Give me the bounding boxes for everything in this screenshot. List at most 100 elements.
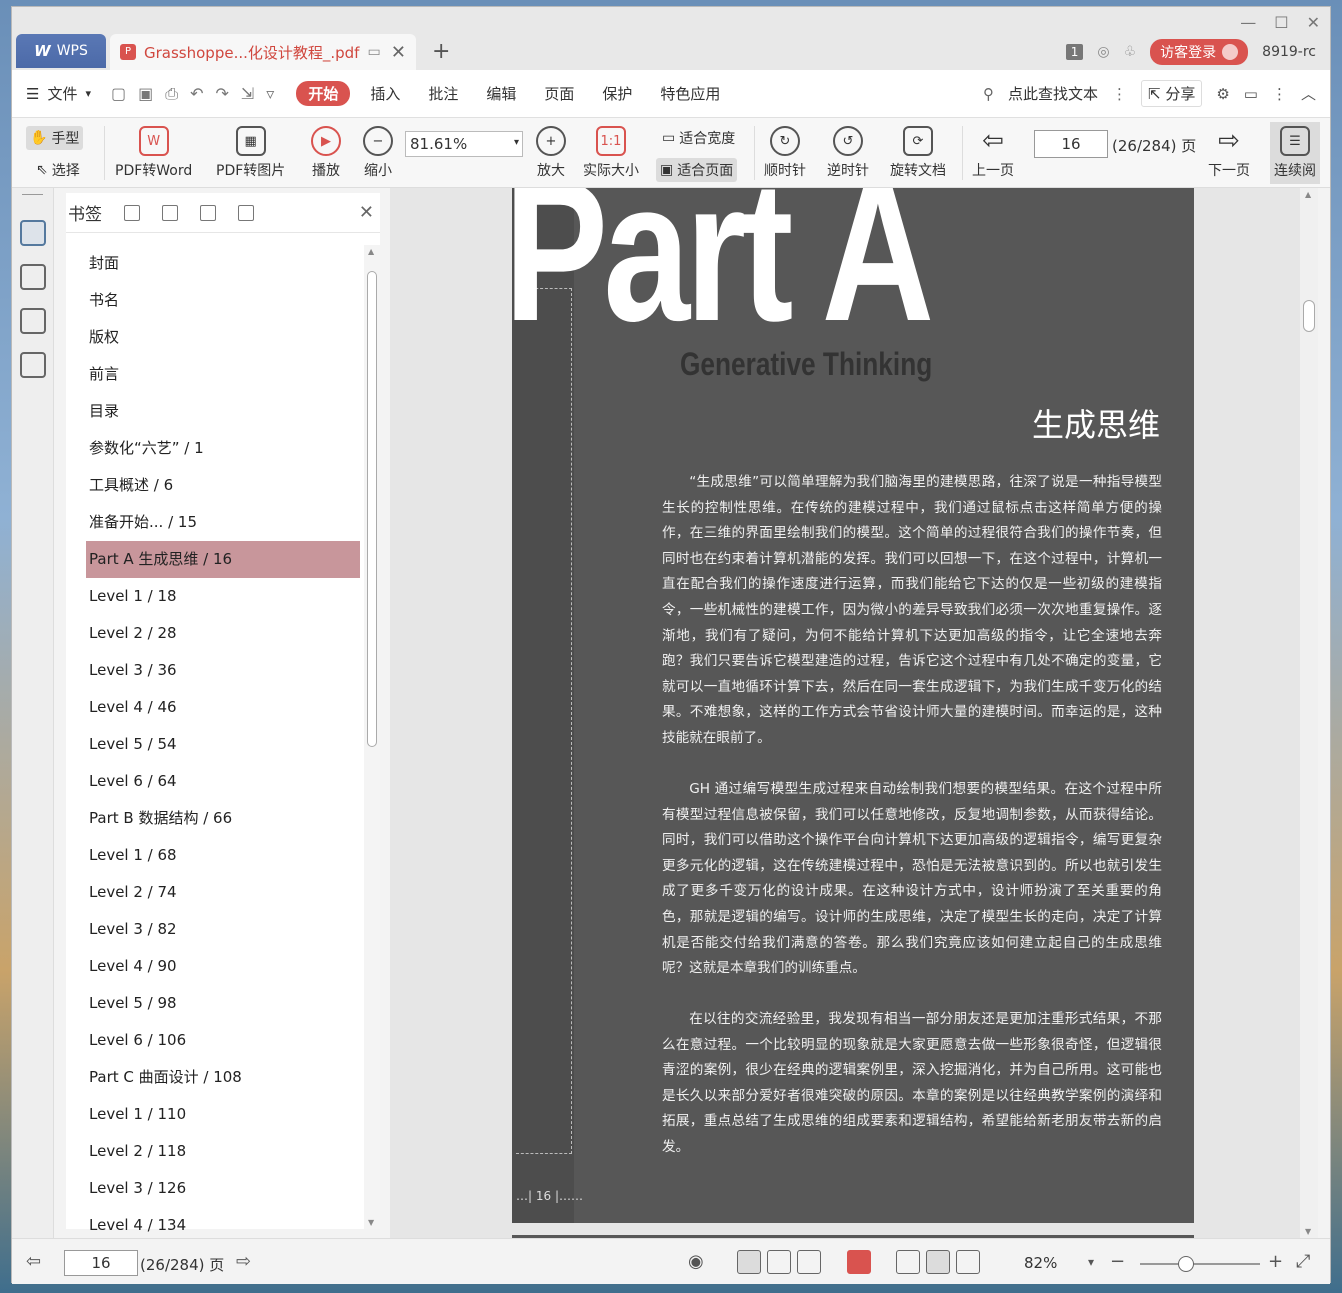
menu-tab-features[interactable]: 特色应用 (660, 83, 720, 104)
maximize-button[interactable]: ☐ (1274, 13, 1288, 32)
next-page-button[interactable]: ⇨ 下一页 (1208, 126, 1250, 180)
bookmark-item[interactable]: Level 2 / 28 (86, 615, 360, 652)
open-folder-icon[interactable]: ▢ (111, 84, 126, 104)
thumbnail-icon[interactable] (19, 264, 46, 290)
bookmark-item[interactable]: Level 5 / 98 (86, 985, 360, 1022)
bookmark-item[interactable]: 书名 (86, 282, 360, 319)
rotate-counterclockwise-button[interactable]: ↺ 逆时针 (827, 126, 869, 180)
zoom-in-button[interactable]: + 放大 (536, 126, 566, 180)
double-page-icon[interactable] (797, 1250, 821, 1274)
bookmark-item[interactable]: Level 3 / 126 (86, 1170, 360, 1207)
export-icon[interactable]: ⇲ (241, 84, 254, 104)
share-button[interactable]: ⇱ 分享 (1140, 80, 1203, 107)
bookmark-item[interactable]: Part B 数据结构 / 66 (86, 800, 360, 837)
zoom-slider[interactable] (1140, 1256, 1260, 1272)
settings-gear-icon[interactable]: ⚙ (1216, 85, 1229, 103)
fit-width-icon[interactable] (956, 1250, 980, 1274)
single-page-icon[interactable] (767, 1250, 791, 1274)
zoom-minus-icon[interactable]: − (1110, 1251, 1125, 1272)
menu-tab-edit[interactable]: 编辑 (486, 83, 516, 104)
login-button[interactable]: 访客登录 (1150, 39, 1249, 65)
add-bookmark-icon[interactable] (200, 204, 216, 221)
pdf-to-word-button[interactable]: W PDF转Word (115, 126, 192, 180)
shirt-icon[interactable]: ♧ (1124, 44, 1137, 60)
bookmark-item[interactable]: 准备开始... / 15 (86, 504, 360, 541)
close-tab-icon[interactable]: ✕ (391, 42, 406, 63)
document-tab[interactable]: P Grasshoppe...化设计教程_.pdf ▭ ✕ (110, 34, 416, 70)
hand-tool-button[interactable]: ✋ 手型 (26, 126, 84, 150)
print-icon[interactable]: ⎙ (165, 84, 178, 104)
search-icon[interactable]: ⚲ (983, 85, 994, 103)
zoom-out-button[interactable]: − 缩小 (363, 126, 393, 180)
bookmark-panel-icon[interactable] (19, 220, 46, 246)
scroll-down-icon[interactable]: ▼ (368, 1218, 374, 1227)
fit-page-button[interactable]: ▣ 适合页面 (656, 158, 738, 182)
scroll-up-icon[interactable]: ▲ (368, 247, 374, 256)
skin-icon[interactable]: ◎ (1097, 44, 1109, 60)
rotate-document-button[interactable]: ⟳ 旋转文档 (890, 126, 946, 180)
status-zoom-value[interactable]: 82% (1024, 1254, 1057, 1272)
actual-size-button[interactable]: 1:1 实际大小 (583, 126, 639, 180)
menu-tab-protect[interactable]: 保护 (602, 83, 632, 104)
menu-tab-insert[interactable]: 插入 (370, 83, 400, 104)
minimize-button[interactable]: — (1240, 13, 1256, 32)
actual-size-icon[interactable] (896, 1250, 920, 1274)
zoom-plus-icon[interactable]: + (1268, 1251, 1283, 1272)
scroll-down-icon[interactable]: ▼ (1305, 1227, 1311, 1236)
fullscreen-icon[interactable]: ⤢ (1296, 1251, 1310, 1272)
menu-tab-start[interactable]: 开始 (296, 81, 351, 106)
file-menu[interactable]: ☰ 文件 ▾ (26, 83, 91, 104)
zoom-select[interactable]: 81.61% ▾ (405, 131, 523, 157)
more-chevron-icon[interactable]: ▿ (266, 84, 274, 104)
drag-handle[interactable] (22, 194, 43, 202)
bookmark-item[interactable]: 封面 (86, 245, 360, 282)
zoom-slider-knob[interactable] (1178, 1256, 1194, 1272)
scroll-up-icon[interactable]: ▲ (1305, 190, 1311, 199)
bookmark-options-icon[interactable] (238, 204, 254, 221)
collapse-all-icon[interactable] (162, 204, 178, 221)
bookmark-item[interactable]: Level 4 / 46 (86, 689, 360, 726)
bookmark-item[interactable]: Level 2 / 74 (86, 874, 360, 911)
chevron-down-icon[interactable]: ▾ (1088, 1255, 1094, 1269)
fit-page-icon[interactable] (926, 1250, 950, 1274)
menu-tab-annotate[interactable]: 批注 (428, 83, 458, 104)
expand-all-icon[interactable] (124, 204, 140, 221)
bookmark-scrollbar[interactable]: ▲ ▼ (364, 245, 380, 1229)
bookmark-item[interactable]: Level 6 / 64 (86, 763, 360, 800)
page-number-input[interactable]: 16 (1034, 130, 1108, 158)
undo-icon[interactable]: ↶ (190, 84, 203, 104)
bookmark-item[interactable]: 前言 (86, 356, 360, 393)
comment-icon[interactable]: ▭ (1244, 85, 1258, 103)
bookmark-item[interactable]: 版权 (86, 319, 360, 356)
more-vertical-icon[interactable]: ⋮ (1112, 85, 1127, 103)
bookmark-item[interactable]: Level 3 / 36 (86, 652, 360, 689)
menu-tab-page[interactable]: 页面 (544, 83, 574, 104)
annotation-icon[interactable] (19, 308, 46, 334)
close-icon[interactable]: ✕ (359, 202, 374, 223)
bookmark-item[interactable]: Level 4 / 90 (86, 948, 360, 985)
play-button[interactable]: ▶ 播放 (311, 126, 341, 180)
wps-home-tab[interactable]: W WPS (16, 34, 106, 68)
arrow-left-icon[interactable]: ⇦ (26, 1251, 41, 1272)
bookmark-item[interactable]: Part A 生成思维 / 16 (86, 541, 360, 578)
bookmark-item[interactable]: Part C 曲面设计 / 108 (86, 1059, 360, 1096)
close-window-button[interactable]: ✕ (1307, 13, 1320, 32)
eye-icon[interactable]: ◉ (688, 1251, 704, 1272)
new-tab-button[interactable]: + (432, 39, 450, 64)
single-page-continuous-icon[interactable] (737, 1250, 761, 1274)
more-options-icon[interactable]: ⋮ (1272, 85, 1287, 103)
document-scroll-thumb[interactable] (1303, 300, 1315, 332)
redo-icon[interactable]: ↷ (215, 84, 228, 104)
bookmark-item[interactable]: Level 1 / 110 (86, 1096, 360, 1133)
arrow-right-icon[interactable]: ⇨ (236, 1251, 251, 1272)
rotate-clockwise-button[interactable]: ↻ 顺时针 (764, 126, 806, 180)
window-count-badge[interactable]: 1 (1065, 44, 1084, 60)
find-text-input[interactable]: 点此查找文本 (1008, 83, 1098, 104)
signature-icon[interactable] (19, 352, 46, 378)
collapse-ribbon-icon[interactable]: ︿ (1301, 83, 1316, 104)
select-tool-button[interactable]: ⇖ 选择 (32, 158, 84, 182)
bookmark-scroll-thumb[interactable] (367, 271, 377, 747)
bookmark-item[interactable]: Level 5 / 54 (86, 726, 360, 763)
play-icon[interactable] (847, 1250, 871, 1274)
bookmark-item[interactable]: Level 1 / 68 (86, 837, 360, 874)
